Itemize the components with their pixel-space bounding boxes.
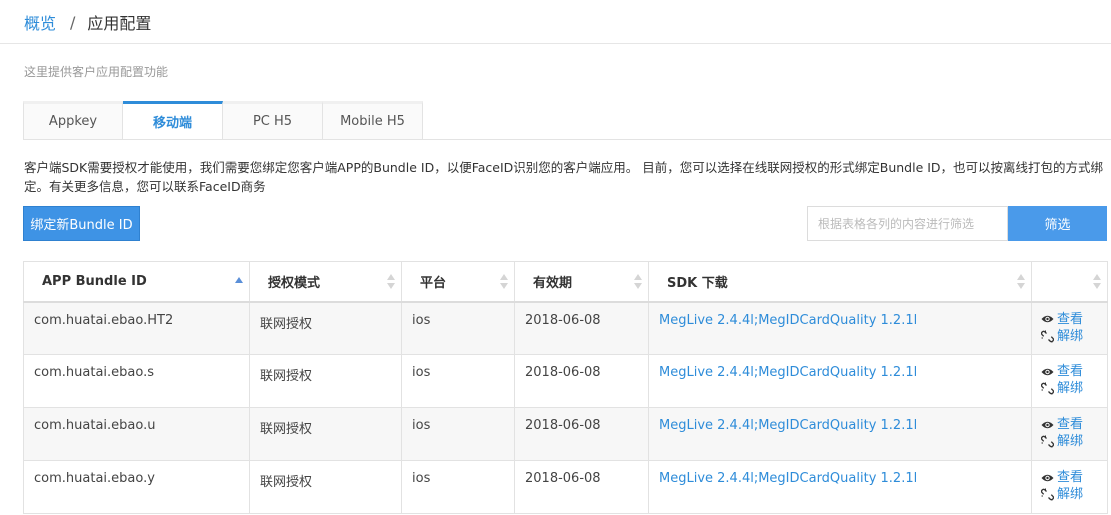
view-button[interactable]: 查看: [1041, 469, 1107, 486]
sdk-download-link[interactable]: MegLive 2.4.4l;MegIDCardQuality 1.2.1l: [659, 471, 917, 486]
sort-arrows-icon: [634, 274, 642, 290]
bundle-id-cell: com.huatai.ebao.y: [34, 471, 155, 486]
unlink-icon: [1041, 330, 1054, 342]
bundle-id-cell: com.huatai.ebao.s: [34, 365, 154, 380]
expiry-cell: 2018-06-08: [525, 365, 601, 380]
table-row: com.huatai.ebao.s 联网授权 ios 2018-06-08 Me…: [23, 354, 1108, 408]
filter-button[interactable]: 筛选: [1008, 206, 1107, 241]
bind-bundle-id-button[interactable]: 绑定新Bundle ID: [23, 206, 140, 241]
column-header-bundle-id[interactable]: APP Bundle ID: [23, 261, 250, 303]
column-header-actions[interactable]: [1031, 261, 1108, 303]
unlink-icon: [1041, 435, 1054, 448]
unbind-button[interactable]: 解绑: [1041, 328, 1107, 345]
table-row: com.huatai.ebao.u 联网授权 ios 2018-06-08 Me…: [23, 407, 1108, 461]
auth-mode-cell: 联网授权: [260, 475, 313, 490]
unlink-icon: [1041, 488, 1054, 501]
platform-cell: ios: [412, 471, 431, 486]
sdk-download-link[interactable]: MegLive 2.4.4l;MegIDCardQuality 1.2.1l: [659, 418, 917, 433]
tab-pc-h5[interactable]: PC H5: [223, 101, 323, 140]
page-title: 应用配置: [87, 14, 152, 33]
breadcrumb: 概览 / 应用配置: [24, 10, 151, 34]
unbind-button[interactable]: 解绑: [1041, 486, 1107, 503]
table-row: com.huatai.ebao.y 联网授权 ios 2018-06-08 Me…: [23, 460, 1108, 514]
eye-icon: [1041, 474, 1054, 481]
platform-cell: ios: [412, 418, 431, 433]
auth-mode-cell: 联网授权: [260, 422, 313, 437]
unlink-icon: [1041, 382, 1054, 395]
header-divider: [0, 43, 1111, 44]
description-text: 客户端SDK需要授权才能使用，我们需要您绑定您客户端APP的Bundle ID，…: [24, 160, 1104, 194]
view-button[interactable]: 查看: [1041, 311, 1107, 328]
sort-arrows-icon: [1093, 274, 1101, 290]
platform-cell: ios: [412, 312, 431, 328]
sort-arrows-icon: [500, 274, 508, 290]
bundle-id-cell: com.huatai.ebao.u: [34, 418, 156, 433]
auth-mode-cell: 联网授权: [260, 316, 313, 332]
sdk-download-link[interactable]: MegLive 2.4.4l;MegIDCardQuality 1.2.1l: [659, 313, 917, 328]
breadcrumb-overview-link[interactable]: 概览: [24, 10, 56, 34]
expiry-cell: 2018-06-08: [525, 418, 601, 433]
expiry-cell: 2018-06-08: [525, 312, 601, 328]
tab-mobile-h5[interactable]: Mobile H5: [323, 101, 423, 140]
table-header-row: APP Bundle ID 授权模式 平台 有效期 SDK 下载: [23, 261, 1108, 303]
eye-icon: [1041, 421, 1054, 428]
tabs-divider: [23, 139, 1111, 140]
unbind-button[interactable]: 解绑: [1041, 433, 1107, 450]
column-header-sdk[interactable]: SDK 下载: [648, 261, 1032, 303]
sort-arrows-icon: [387, 274, 395, 290]
auth-mode-cell: 联网授权: [260, 369, 313, 384]
sort-arrows-icon: [235, 274, 243, 290]
unbind-button[interactable]: 解绑: [1041, 380, 1107, 397]
column-header-auth-mode[interactable]: 授权模式: [249, 261, 402, 303]
eye-icon: [1041, 315, 1054, 323]
breadcrumb-separator: /: [70, 12, 76, 32]
sort-arrows-icon: [1017, 274, 1025, 290]
view-button[interactable]: 查看: [1041, 416, 1107, 433]
eye-icon: [1041, 368, 1054, 375]
filter-input[interactable]: [807, 206, 1008, 241]
page-intro: 这里提供客户应用配置功能: [24, 65, 169, 79]
expiry-cell: 2018-06-08: [525, 471, 601, 486]
column-header-platform[interactable]: 平台: [401, 261, 515, 303]
column-header-expiry[interactable]: 有效期: [514, 261, 649, 303]
platform-cell: ios: [412, 365, 431, 380]
sdk-download-link[interactable]: MegLive 2.4.4l;MegIDCardQuality 1.2.1l: [659, 365, 917, 380]
table-row: com.huatai.ebao.HT2 联网授权 ios 2018-06-08 …: [23, 301, 1108, 355]
tab-bar: Appkey 移动端 PC H5 Mobile H5: [23, 101, 423, 140]
tab-appkey[interactable]: Appkey: [23, 101, 123, 140]
view-button[interactable]: 查看: [1041, 363, 1107, 380]
bundle-table: APP Bundle ID 授权模式 平台 有效期 SDK 下载 com.hua…: [23, 261, 1108, 514]
tab-mobile[interactable]: 移动端: [123, 101, 223, 140]
bundle-id-cell: com.huatai.ebao.HT2: [34, 312, 174, 328]
